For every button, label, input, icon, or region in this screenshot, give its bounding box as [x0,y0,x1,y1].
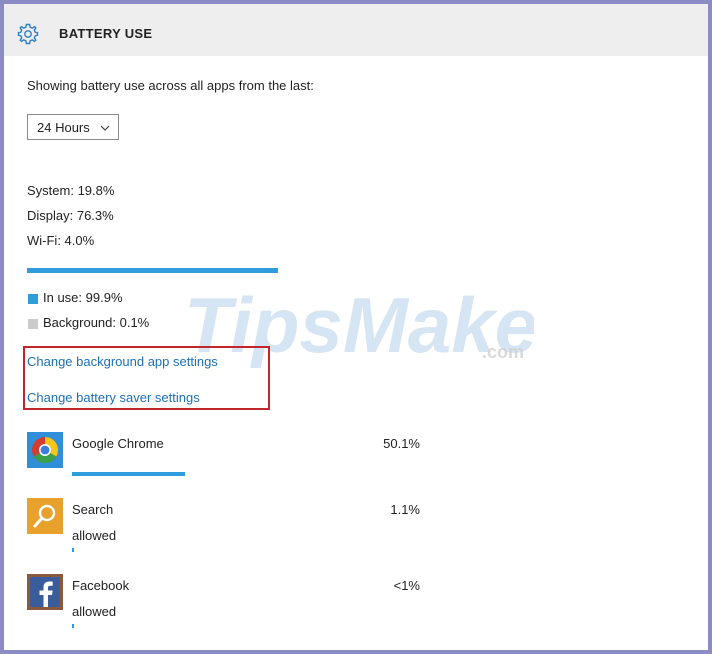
app-usage-bar [72,624,372,628]
watermark-brand: TipsMake [184,282,534,369]
facebook-icon [27,574,63,610]
change-battery-saver-settings-link[interactable]: Change battery saver settings [27,390,200,405]
usage-display: Display: 76.3% [27,208,114,223]
panel-header: BATTERY USE [4,4,708,56]
chrome-icon [27,432,63,468]
page-title: BATTERY USE [59,26,153,41]
legend-background-swatch [28,319,38,329]
app-row-search[interactable]: Search allowed 1.1% [27,498,447,558]
app-percent: 50.1% [383,436,420,451]
battery-use-panel: BATTERY USE Showing battery use across a… [4,4,708,650]
legend-in-use: In use: 99.9% [43,290,123,305]
app-percent: <1% [393,578,420,593]
period-dropdown[interactable]: 24 Hours [27,114,119,140]
chevron-down-icon [100,125,110,131]
app-usage-bar-fill [72,472,185,476]
search-icon [27,498,63,534]
legend-background: Background: 0.1% [43,315,150,330]
app-usage-bar [72,548,372,552]
total-usage-bar-fill [27,268,278,273]
gear-icon [17,23,39,45]
change-background-app-settings-link[interactable]: Change background app settings [27,354,218,369]
legend-in-use-swatch [28,294,38,304]
app-name: Search [72,502,114,517]
app-percent: 1.1% [390,502,420,517]
watermark: TipsMake .com [184,282,534,369]
period-dropdown-value: 24 Hours [37,120,90,135]
usage-system: System: 19.8% [27,183,115,198]
intro-text: Showing battery use across all apps from… [27,78,314,93]
app-name: Google Chrome [72,436,164,451]
app-row-google-chrome[interactable]: Google Chrome 50.1% [27,432,447,492]
app-usage-bar-fill [72,624,74,628]
app-status: allowed [72,604,117,619]
total-usage-bar [27,268,278,273]
usage-wifi: Wi-Fi: 4.0% [27,233,95,248]
app-row-facebook[interactable]: Facebook allowed <1% [27,574,447,634]
watermark-suffix: .com [482,342,524,362]
app-status: allowed [72,528,117,543]
app-name: Facebook [72,578,130,593]
app-usage-bar [72,472,372,476]
app-usage-bar-fill [72,548,74,552]
